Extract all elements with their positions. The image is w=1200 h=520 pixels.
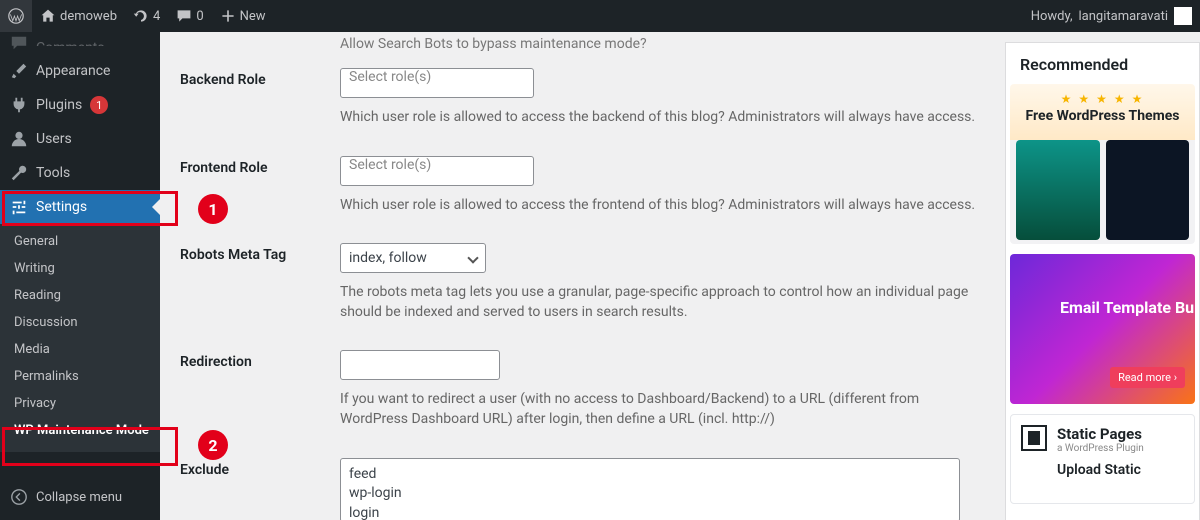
comment-icon [176,8,192,24]
star-icon: ★ ★ ★ ★ ★ [1010,84,1195,106]
sub-discussion[interactable]: Discussion [0,309,160,336]
plus-icon [220,8,236,24]
sidebar-label: Tools [36,165,70,181]
updates-link[interactable]: 4 [125,0,168,32]
sidebar-item-appearance[interactable]: Appearance [0,54,160,88]
sub-wp-maintenance[interactable]: WP Maintenance Mode [0,417,160,444]
sidebar-item-settings[interactable]: Settings [0,190,160,224]
main-content: Allow Search Bots to bypass maintenance … [160,32,1200,520]
robots-value: index, follow [349,250,427,266]
recommended-panel: Recommended ★ ★ ★ ★ ★ Free WordPress The… [1005,42,1200,520]
sub-reading[interactable]: Reading [0,282,160,309]
sub-media[interactable]: Media [0,336,160,363]
wp-logo[interactable] [0,0,32,32]
annotation-callout-2: 2 [198,430,228,460]
sidebar-item-users[interactable]: Users [0,122,160,156]
sidebar-label: Users [36,131,72,147]
new-link[interactable]: New [212,0,274,32]
wrench-icon [10,164,28,182]
promo-free-themes[interactable]: ★ ★ ★ ★ ★ Free WordPress Themes [1010,84,1195,244]
promo1-mockup [1016,140,1189,240]
redirection-label: Redirection [180,350,340,370]
frontend-role-select[interactable]: Select role(s) [340,156,534,186]
backend-role-desc: Which user role is allowed to access the… [340,108,980,128]
sidebar-item-plugins[interactable]: Plugins 1 [0,88,160,122]
refresh-icon [133,8,149,24]
annotation-callout-1: 1 [198,194,228,224]
promo3-sub: a WordPress Plugin [1057,443,1144,454]
promo3-body: Upload Static [1057,462,1144,478]
sub-general[interactable]: General [0,228,160,255]
sub-permalinks[interactable]: Permalinks [0,363,160,390]
promo2-cta[interactable]: Read more › [1110,367,1185,388]
admin-bar-right[interactable]: Howdy, langitamaravati [1031,7,1200,25]
site-name: demoweb [60,9,117,24]
promo-static-pages[interactable]: Static Pages a WordPress Plugin Upload S… [1010,414,1195,504]
brush-icon [10,62,28,80]
collapse-icon [10,488,28,506]
home-icon [40,8,56,24]
sub-writing[interactable]: Writing [0,255,160,282]
sliders-icon [10,198,28,216]
frontend-role-desc: Which user role is allowed to access the… [340,196,980,216]
collapse-menu[interactable]: Collapse menu [0,480,160,514]
exclude-label: Exclude [180,458,340,478]
sidebar-item-comments-peek[interactable]: Comments [0,32,160,54]
sidebar-label: Plugins [36,97,82,113]
robots-desc: The robots meta tag lets you use a granu… [340,283,980,322]
backend-role-label: Backend Role [180,68,340,88]
sidebar-label: Appearance [36,63,110,79]
robots-select[interactable]: index, follow [340,243,486,273]
static-pages-icon [1021,425,1047,451]
site-link[interactable]: demoweb [32,0,125,32]
admin-bar-left: demoweb 4 0 New [0,0,274,32]
frontend-role-label: Frontend Role [180,156,340,176]
comments-count: 0 [196,9,203,24]
backend-role-placeholder: Select role(s) [349,69,431,85]
new-label: New [240,9,266,24]
promo1-title: Free WordPress Themes [1010,106,1195,130]
comment-icon [10,34,28,52]
updates-count: 4 [153,9,160,24]
sub-privacy[interactable]: Privacy [0,390,160,417]
comments-link[interactable]: 0 [168,0,211,32]
plug-icon [10,96,28,114]
backend-role-select[interactable]: Select role(s) [340,68,534,98]
admin-bar: demoweb 4 0 New Howdy, langitamaravati [0,0,1200,32]
wordpress-icon [8,8,24,24]
promo-email-template[interactable]: Email Template Builder Read more › [1010,254,1195,404]
frontend-role-placeholder: Select role(s) [349,157,431,173]
sidebar-label: Settings [36,199,87,215]
plugins-badge: 1 [90,96,108,114]
promo2-title: Email Template Builder [1060,298,1195,317]
sidebar-label: Comments [36,40,105,46]
admin-sidebar: Comments Appearance Plugins 1 Users Tool… [0,32,160,520]
promo3-title: Static Pages [1057,425,1144,443]
sidebar-item-tools[interactable]: Tools [0,156,160,190]
redirection-input[interactable] [340,350,500,380]
settings-submenu: General Writing Reading Discussion Media… [0,224,160,452]
chevron-down-icon [467,253,478,264]
exclude-textarea[interactable]: feed wp-login login [340,458,960,520]
redirection-desc: If you want to redirect a user (with no … [340,390,980,429]
robots-label: Robots Meta Tag [180,243,340,263]
avatar [1174,7,1192,25]
username: langitamaravati [1079,9,1168,24]
user-icon [10,130,28,148]
recommended-title: Recommended [1006,43,1199,84]
howdy-prefix: Howdy, [1031,9,1073,24]
collapse-label: Collapse menu [36,490,122,505]
